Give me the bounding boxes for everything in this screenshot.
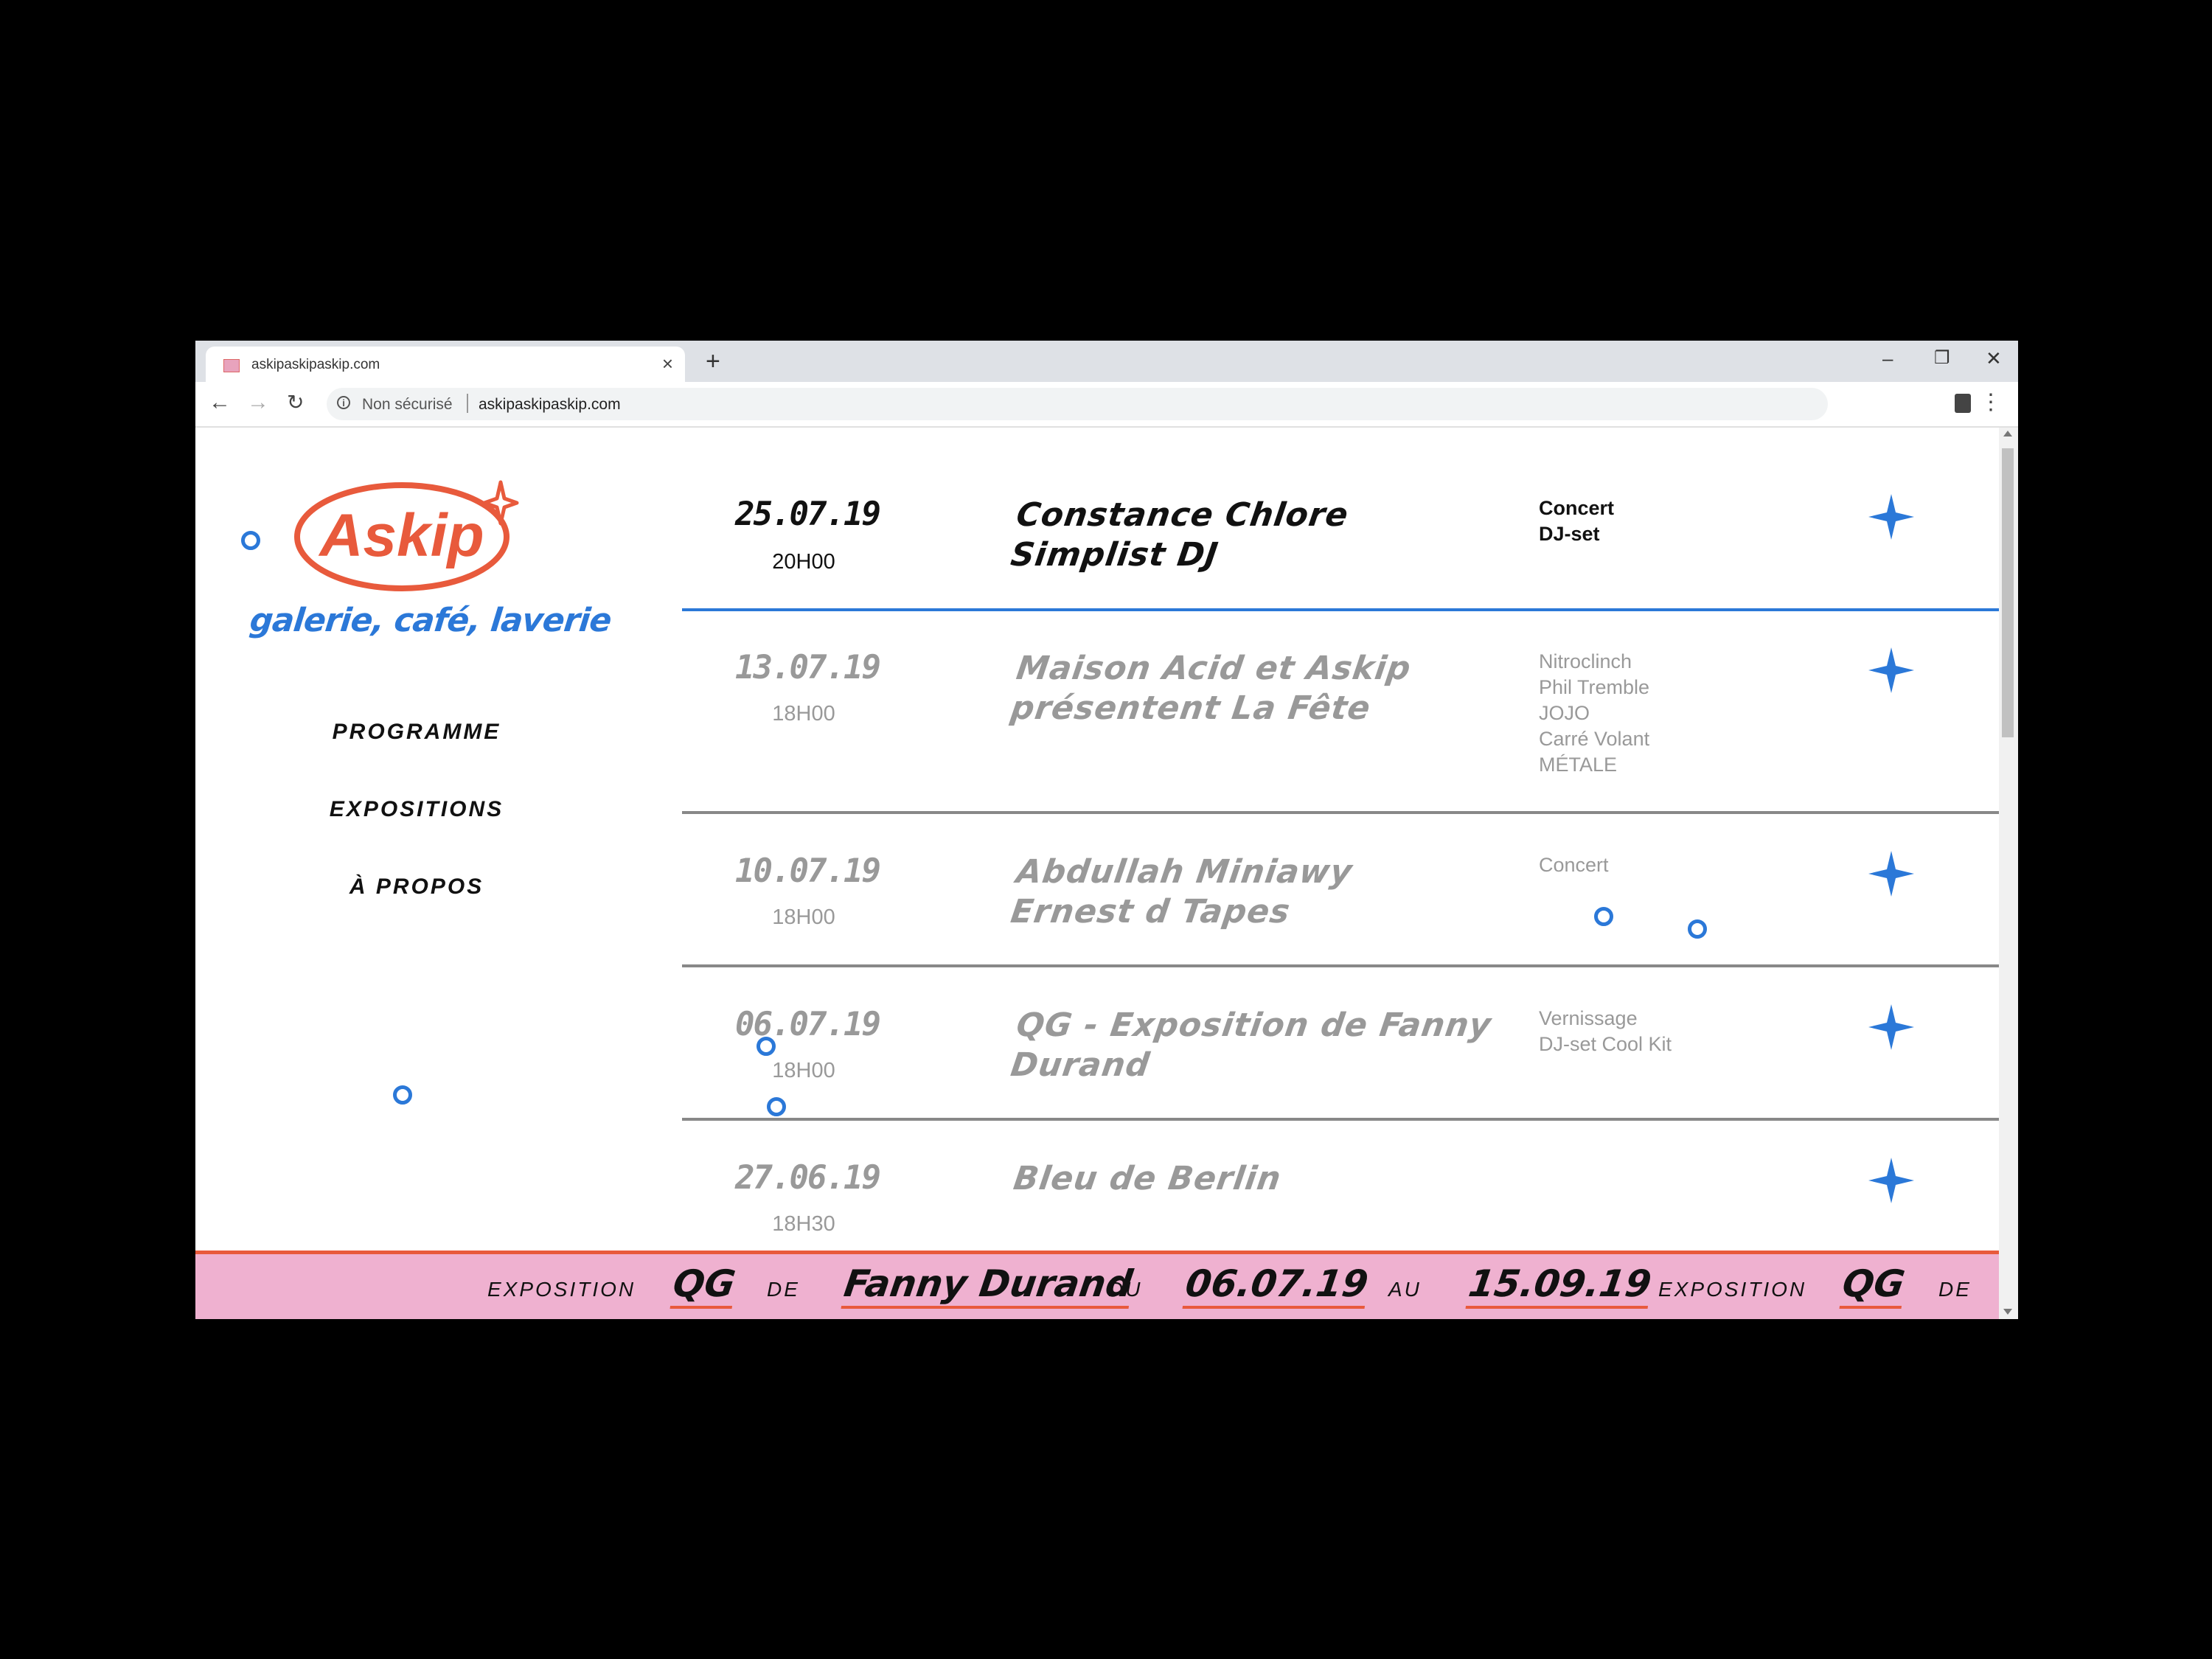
logo-text: Askip xyxy=(318,502,484,569)
ticker-label: AU xyxy=(1388,1278,1422,1301)
ticker-highlight: 15.09.19 xyxy=(1465,1262,1655,1309)
decoration-circle-icon xyxy=(767,1097,786,1116)
event-title[interactable]: QG - Exposition de Fanny Durand xyxy=(1008,1006,1535,1085)
decoration-circle-icon xyxy=(1688,919,1707,939)
tab-strip: askipaskipaskip.com × + – ❐ ✕ xyxy=(195,341,2018,382)
browser-tab[interactable]: askipaskipaskip.com × xyxy=(206,347,685,382)
nav-a-propos[interactable]: À PROPOS xyxy=(313,874,520,900)
info-icon[interactable]: i xyxy=(337,396,350,409)
event-tags: Nitroclinch Phil Tremble JOJO Carré Vola… xyxy=(1539,649,1804,778)
tab-title: askipaskipaskip.com xyxy=(251,357,380,372)
ticker-label: DU xyxy=(1108,1278,1143,1301)
ticker-highlight: QG xyxy=(669,1262,739,1309)
event-tags: Vernissage DJ-set Cool Kit xyxy=(1539,1006,1804,1057)
event-title-line: QG - Exposition de Fanny xyxy=(1014,1006,1494,1044)
event-tag: Phil Tremble xyxy=(1539,676,1650,698)
expand-plus-icon[interactable] xyxy=(1865,1001,1917,1053)
close-window-icon[interactable]: ✕ xyxy=(1986,345,2002,372)
event-divider xyxy=(682,608,1999,611)
event-title-line: Abdullah Miniawy xyxy=(1014,853,1355,891)
event-time: 20H00 xyxy=(772,550,835,574)
back-icon[interactable]: ← xyxy=(209,388,231,417)
event-date: 13.07.19 xyxy=(735,649,881,686)
close-tab-icon[interactable]: × xyxy=(662,352,673,375)
url-text[interactable]: askipaskipaskip.com xyxy=(479,396,621,414)
extension-icon[interactable] xyxy=(1955,394,1971,413)
page-scrollbar[interactable] xyxy=(1999,428,2018,1319)
new-tab-icon[interactable]: + xyxy=(706,347,720,376)
expand-plus-icon[interactable] xyxy=(1865,644,1917,696)
address-separator xyxy=(467,394,468,413)
event-title-line: Ernest d Tapes xyxy=(1008,893,1293,931)
event-title[interactable]: Bleu de Berlin xyxy=(1011,1159,1533,1199)
ticker-label: EXPOSITION xyxy=(487,1278,636,1301)
ticker-highlight: Fanny Durand xyxy=(841,1262,1135,1309)
event-tag: MÉTALE xyxy=(1539,754,1618,776)
decoration-circle-icon xyxy=(393,1085,412,1105)
event-tag: DJ-set Cool Kit xyxy=(1539,1033,1672,1055)
event-title[interactable]: Maison Acid et Askip présentent La Fête xyxy=(1008,649,1535,728)
event-tag: JOJO xyxy=(1539,702,1590,724)
ticker-label: EXPOSITION xyxy=(1658,1278,1807,1301)
forward-icon[interactable]: → xyxy=(247,388,269,417)
browser-toolbar: ← → ↻ i Non sécurisé askipaskipaskip.com… xyxy=(195,382,2018,428)
menu-icon[interactable]: ⋮ xyxy=(1980,389,2002,416)
event-title-line: Durand xyxy=(1008,1046,1152,1084)
scroll-thumb[interactable] xyxy=(2002,448,2014,737)
ticker-highlight: QG xyxy=(1839,1262,1908,1309)
expand-plus-icon[interactable] xyxy=(1865,1155,1917,1206)
address-bar[interactable]: i Non sécurisé askipaskipaskip.com xyxy=(327,388,1828,420)
event-date: 10.07.19 xyxy=(735,852,881,890)
event-divider xyxy=(682,811,1999,814)
event-tags: Concert DJ-set xyxy=(1539,495,1804,547)
event-time: 18H30 xyxy=(772,1212,835,1236)
restore-icon[interactable]: ❐ xyxy=(1934,345,1950,372)
ticker-label: DE xyxy=(767,1278,800,1301)
event-date: 06.07.19 xyxy=(735,1006,881,1043)
event-tag: Vernissage xyxy=(1539,1007,1638,1029)
event-title-line: Simplist DJ xyxy=(1008,536,1221,574)
nav-programme[interactable]: PROGRAMME xyxy=(313,720,520,745)
event-title-line: présentent La Fête xyxy=(1008,689,1374,727)
nav-expositions[interactable]: EXPOSITIONS xyxy=(313,797,520,822)
event-time: 18H00 xyxy=(772,1059,835,1082)
event-date: 27.06.19 xyxy=(735,1159,881,1197)
event-title-line: Maison Acid et Askip xyxy=(1014,650,1414,687)
expand-plus-icon[interactable] xyxy=(1865,491,1917,543)
event-tags: Concert xyxy=(1539,852,1804,878)
security-label: Non sécurisé xyxy=(362,396,453,413)
event-tag: Nitroclinch xyxy=(1539,650,1632,672)
expand-plus-icon[interactable] xyxy=(1865,848,1917,900)
decoration-circle-icon xyxy=(241,531,260,550)
event-tag: DJ-set xyxy=(1539,523,1600,545)
browser-window: askipaskipaskip.com × + – ❐ ✕ ← → ↻ i No… xyxy=(195,341,2018,1319)
scroll-down-icon[interactable] xyxy=(2003,1309,2012,1315)
page-viewport: Askip galerie, café, laverie PROGRAMME E… xyxy=(195,428,2018,1319)
ticker-highlight: 06.07.19 xyxy=(1182,1262,1371,1309)
tagline: galerie, café, laverie xyxy=(248,602,613,639)
decoration-circle-icon xyxy=(757,1037,776,1056)
event-divider xyxy=(682,964,1999,967)
event-title-line: Bleu de Berlin xyxy=(1011,1160,1284,1197)
scroll-up-icon[interactable] xyxy=(2003,431,2012,437)
event-time: 18H00 xyxy=(772,905,835,929)
favicon-icon xyxy=(223,359,240,372)
event-tag: Concert xyxy=(1539,497,1615,519)
event-tag: Carré Volant xyxy=(1539,728,1650,750)
event-tag: Concert xyxy=(1539,854,1609,876)
reload-icon[interactable]: ↻ xyxy=(287,388,304,417)
event-divider xyxy=(682,1118,1999,1121)
event-time: 18H00 xyxy=(772,702,835,726)
exhibition-ticker[interactable]: EXPOSITION QG DE Fanny Durand DU 06.07.1… xyxy=(195,1251,1999,1319)
decoration-circle-icon xyxy=(1594,907,1613,926)
askip-logo[interactable]: Askip xyxy=(293,476,521,594)
minimize-icon[interactable]: – xyxy=(1882,345,1893,372)
event-date: 25.07.19 xyxy=(735,495,881,533)
event-title[interactable]: Constance Chlore Simplist DJ xyxy=(1008,495,1535,575)
ticker-label: DE xyxy=(1938,1278,1972,1301)
event-title[interactable]: Abdullah Miniawy Ernest d Tapes xyxy=(1008,852,1535,932)
event-title-line: Constance Chlore xyxy=(1014,496,1352,534)
